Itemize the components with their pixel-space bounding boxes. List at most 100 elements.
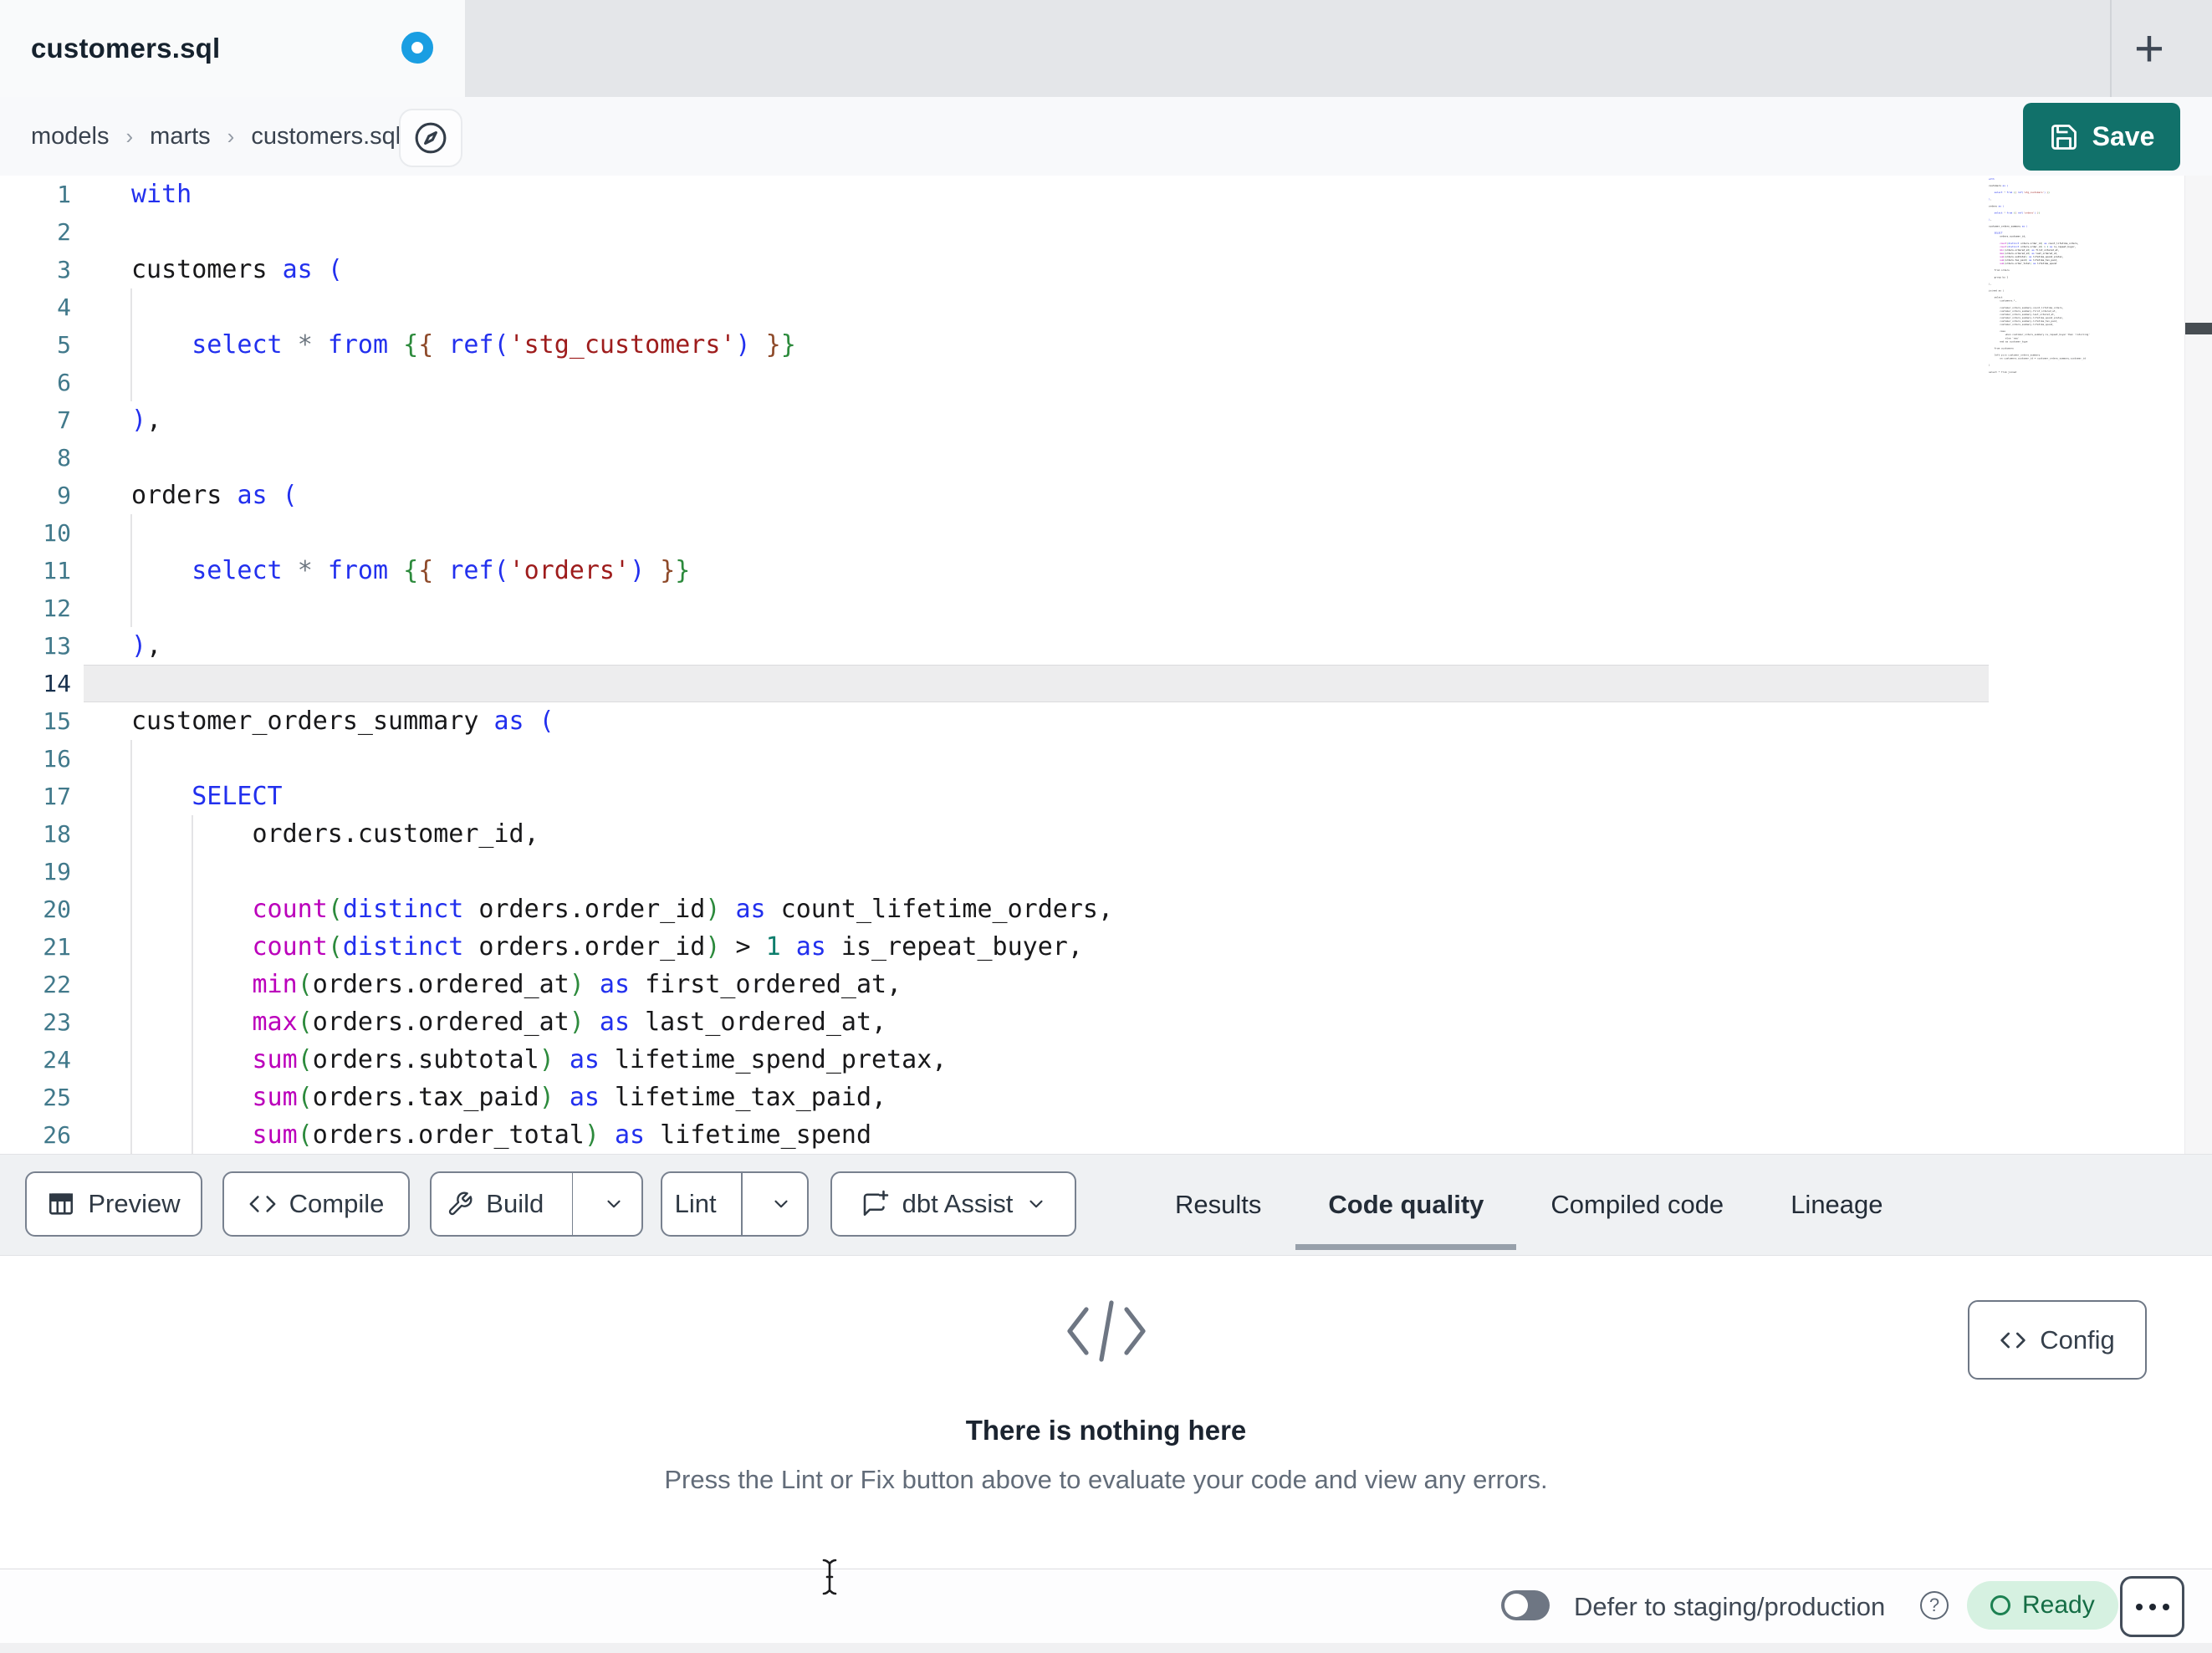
code-line[interactable]: orders.customer_id, <box>84 815 1989 853</box>
code-line[interactable] <box>84 740 1989 778</box>
preview-button[interactable]: Preview <box>25 1171 202 1237</box>
code-line[interactable] <box>84 213 1989 251</box>
line-number[interactable]: 13 <box>0 627 71 665</box>
code-line[interactable] <box>84 364 1989 401</box>
line-number[interactable]: 12 <box>0 589 71 627</box>
code-line[interactable]: customer_orders_summary as ( <box>84 702 1989 740</box>
line-number[interactable]: 26 <box>0 1116 71 1154</box>
unsaved-changes-dot-icon <box>401 32 433 64</box>
code-line[interactable] <box>84 589 1989 627</box>
line-number[interactable]: 1 <box>0 176 71 213</box>
line-number[interactable]: 16 <box>0 740 71 778</box>
code-line[interactable]: sum(orders.subtotal) as lifetime_spend_p… <box>84 1041 1989 1079</box>
code-line[interactable]: max(orders.ordered_at) as last_ordered_a… <box>84 1003 1989 1041</box>
code-content[interactable]: with customers as ( select * from {{ ref(… <box>84 176 1989 1154</box>
compass-icon <box>412 120 449 156</box>
indent-guide <box>130 740 132 1154</box>
code-line[interactable] <box>84 514 1989 552</box>
code-line[interactable] <box>84 288 1989 326</box>
code-quality-panel: There is nothing here Press the Lint or … <box>0 1256 2212 1569</box>
dbt-assist-button[interactable]: dbt Assist <box>830 1171 1076 1237</box>
scrollbar-marker[interactable] <box>2185 323 2212 334</box>
build-split-button: Build <box>430 1171 643 1237</box>
code-line[interactable]: min(orders.ordered_at) as first_ordered_… <box>84 966 1989 1003</box>
line-number[interactable]: 25 <box>0 1079 71 1116</box>
editor-scrollbar[interactable] <box>2184 176 2212 1154</box>
build-button[interactable]: Build <box>432 1173 559 1235</box>
line-number[interactable]: 2 <box>0 213 71 251</box>
assist-chat-sparkle-icon <box>860 1189 890 1219</box>
lint-dropdown-button[interactable] <box>755 1173 807 1235</box>
code-brackets-icon <box>2000 1327 2026 1354</box>
code-line[interactable] <box>84 853 1989 890</box>
line-number-gutter[interactable]: 1 2 3 4 5 6 7 8 9 10 11 12 13 14 15 16 17 18 19 20 21 22 23 24 2… <box>0 176 84 1154</box>
line-number[interactable]: 3 <box>0 251 71 288</box>
line-number[interactable]: 17 <box>0 778 71 815</box>
tab-code-quality[interactable]: Code quality <box>1295 1155 1517 1255</box>
defer-toggle[interactable] <box>1501 1590 1550 1620</box>
line-number[interactable]: 24 <box>0 1041 71 1079</box>
new-tab-button[interactable]: + <box>2112 0 2187 97</box>
code-slash-icon <box>1063 1296 1150 1366</box>
code-line[interactable]: count(distinct orders.order_id) > 1 as i… <box>84 928 1989 966</box>
line-number[interactable]: 15 <box>0 702 71 740</box>
text-cursor-pointer <box>818 1557 841 1597</box>
line-number[interactable]: 7 <box>0 401 71 439</box>
split-divider <box>571 1173 574 1235</box>
line-number[interactable]: 20 <box>0 890 71 928</box>
code-line[interactable]: ), <box>84 627 1989 665</box>
code-line[interactable]: select * from {{ ref('orders') }} <box>84 552 1989 589</box>
code-editor[interactable]: 1 2 3 4 5 6 7 8 9 10 11 12 13 14 15 16 17 18 19 20 21 22 23 24 2… <box>0 176 2212 1154</box>
code-line[interactable]: ), <box>84 401 1989 439</box>
save-button[interactable]: Save <box>2023 103 2180 171</box>
line-number[interactable]: 5 <box>0 326 71 364</box>
file-tab-customers-sql[interactable]: customers.sql <box>0 0 465 97</box>
code-line[interactable]: orders as ( <box>84 477 1989 514</box>
config-button[interactable]: Config <box>1968 1300 2147 1380</box>
breadcrumb: models › marts › customers.sql <box>31 97 401 176</box>
line-number[interactable]: 6 <box>0 364 71 401</box>
editor-minimap[interactable]: with customers as ( select * from {{ ref… <box>1989 177 2184 1147</box>
status-bar: Defer to staging/production ? Ready <box>0 1569 2212 1644</box>
code-line[interactable]: SELECT <box>84 778 1989 815</box>
line-number[interactable]: 22 <box>0 966 71 1003</box>
code-line[interactable] <box>84 439 1989 477</box>
tab-lineage[interactable]: Lineage <box>1791 1155 1882 1255</box>
tab-results[interactable]: Results <box>1175 1155 1261 1255</box>
status-circle-icon <box>1990 1595 2010 1615</box>
code-line[interactable]: customers as ( <box>84 251 1989 288</box>
defer-label: Defer to staging/production <box>1574 1591 1886 1621</box>
dbt-ide-window: customers.sql + models › marts › custome… <box>0 0 2212 1653</box>
code-line[interactable]: sum(orders.order_total) as lifetime_spen… <box>84 1116 1989 1154</box>
line-number[interactable]: 14 <box>0 665 71 702</box>
breadcrumb-item-marts[interactable]: marts <box>150 123 211 151</box>
code-line[interactable]: select * from {{ ref('stg_customers') }} <box>84 326 1989 364</box>
code-line[interactable]: sum(orders.tax_paid) as lifetime_tax_pai… <box>84 1079 1989 1116</box>
code-line[interactable] <box>84 665 1989 702</box>
lint-button[interactable]: Lint <box>662 1173 728 1235</box>
code-line[interactable]: with <box>84 176 1989 213</box>
line-number[interactable]: 4 <box>0 288 71 326</box>
code-line[interactable]: count(distinct orders.order_id) as count… <box>84 890 1989 928</box>
help-icon[interactable]: ? <box>1920 1591 1949 1620</box>
line-number[interactable]: 18 <box>0 815 71 853</box>
line-number[interactable]: 21 <box>0 928 71 966</box>
tab-compiled-code[interactable]: Compiled code <box>1550 1155 1724 1255</box>
window-bottom-edge <box>0 1643 2212 1653</box>
split-divider <box>741 1173 743 1235</box>
preview-button-label: Preview <box>88 1189 181 1218</box>
line-number[interactable]: 8 <box>0 439 71 477</box>
more-options-button[interactable] <box>2120 1576 2184 1637</box>
navigate-compass-button[interactable] <box>399 109 462 167</box>
build-dropdown-button[interactable] <box>585 1173 641 1235</box>
status-badge-ready: Ready <box>1967 1581 2118 1630</box>
config-button-label: Config <box>2040 1324 2115 1355</box>
line-number[interactable]: 10 <box>0 514 71 552</box>
line-number[interactable]: 19 <box>0 853 71 890</box>
line-number[interactable]: 9 <box>0 477 71 514</box>
line-number[interactable]: 23 <box>0 1003 71 1041</box>
line-number[interactable]: 11 <box>0 552 71 589</box>
breadcrumb-item-models[interactable]: models <box>31 123 110 151</box>
compile-button[interactable]: Compile <box>222 1171 410 1237</box>
ellipsis-icon <box>2135 1603 2143 1610</box>
